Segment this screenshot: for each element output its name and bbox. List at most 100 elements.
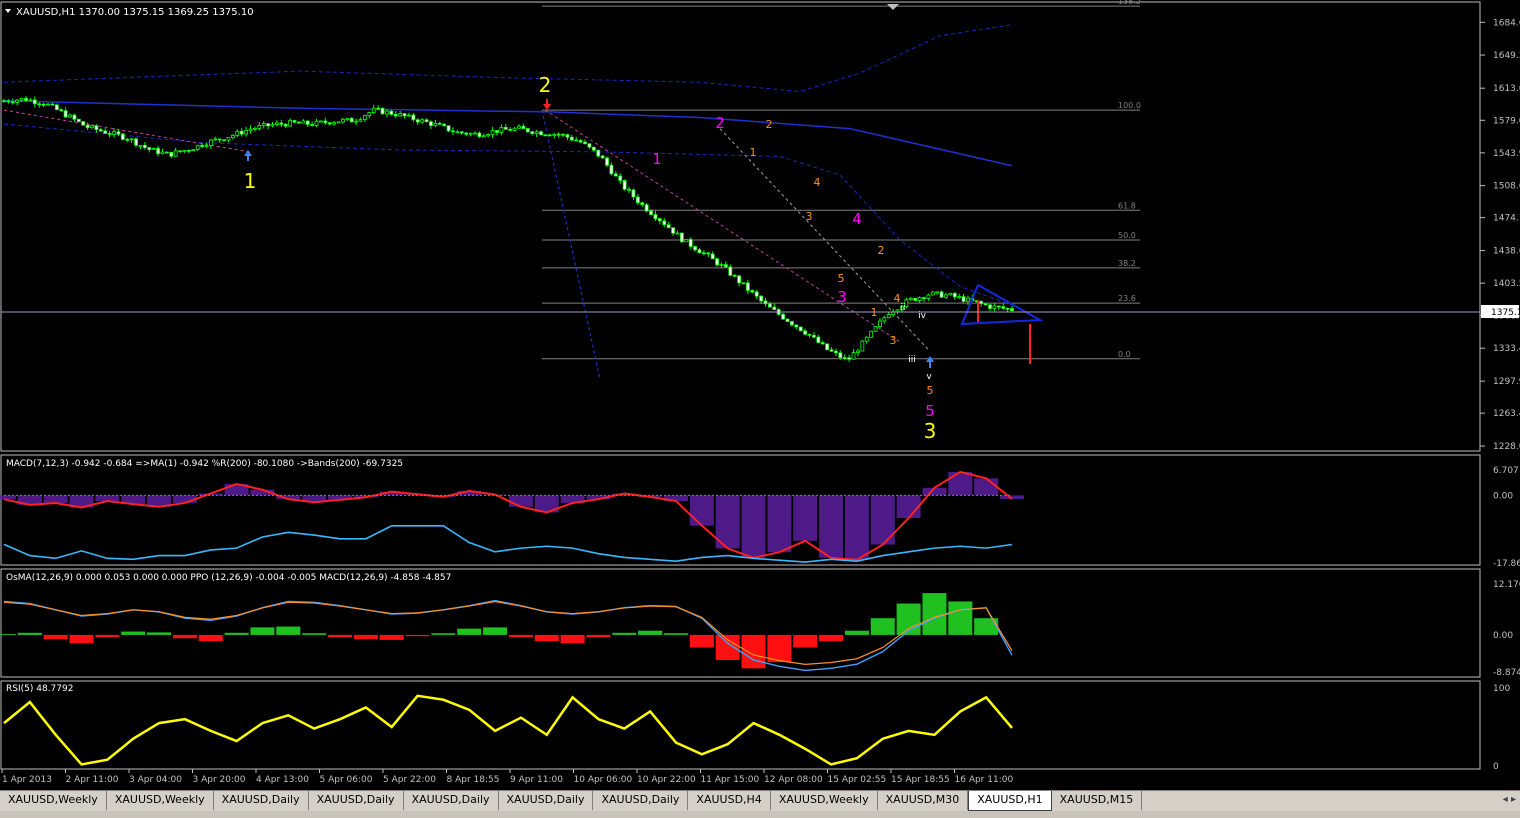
tab-xauusd-daily[interactable]: XAUUSD,Daily: [214, 791, 309, 810]
wave-label: 1: [750, 146, 757, 159]
chart-canvas: 138.2100.061.850.038.223.60.0 1231234512…: [0, 0, 1520, 790]
candle-body: [358, 119, 363, 122]
osma-histogram-bar: [870, 618, 895, 635]
candle-body: [455, 131, 460, 134]
candle-body: [376, 107, 381, 110]
osma-histogram-bar: [638, 630, 663, 635]
price-tick-label: 1263.4: [1493, 409, 1520, 419]
macd-histogram-bar: [793, 495, 818, 541]
candle-body: [235, 130, 240, 136]
time-tick-label: 1 Apr 2013: [2, 775, 52, 785]
candle-body: [85, 124, 90, 129]
tab-list: XAUUSD,Weekly XAUUSD,Weekly XAUUSD,Daily XA…: [0, 791, 1143, 811]
tab-xauusd-m30[interactable]: XAUUSD,M30: [878, 791, 969, 810]
candle-body: [94, 125, 99, 130]
wave-label: iii: [908, 355, 916, 365]
osma-histogram-bar: [457, 628, 482, 635]
osma-header: OsMA(12,26,9) 0.000 0.053 0.000 0.000 PP…: [6, 573, 451, 583]
macd-histogram-bar: [844, 495, 869, 560]
osma-histogram-bar: [69, 634, 94, 644]
candle-body: [666, 224, 671, 229]
tab-xauusd-h4[interactable]: XAUUSD,H4: [688, 791, 771, 810]
candle-body: [618, 175, 623, 181]
candle-body: [173, 150, 178, 157]
time-tick-label: 15 Apr 18:55: [891, 775, 950, 785]
price-tick-label: 1613.6: [1493, 84, 1520, 94]
candle-body: [182, 149, 187, 152]
osma-histogram-bar: [250, 627, 275, 635]
candle-body: [952, 292, 957, 298]
tab-xauusd-weekly[interactable]: XAUUSD,Weekly: [107, 791, 214, 810]
wave-label: 5: [927, 384, 934, 397]
candle-body: [288, 120, 293, 127]
candle-body: [829, 349, 834, 352]
osma-histogram-bar: [198, 634, 223, 642]
candle-body: [728, 266, 733, 276]
tab-xauusd-weekly[interactable]: XAUUSD,Weekly: [0, 791, 107, 810]
candle-body: [583, 141, 587, 145]
tab-xauusd-daily[interactable]: XAUUSD,Daily: [499, 791, 594, 810]
candle-body: [996, 305, 1001, 308]
osma-histogram-bar: [586, 634, 611, 637]
candle-body: [90, 125, 94, 129]
macd-histogram-bar: [741, 495, 766, 558]
candle-body: [895, 309, 900, 313]
candle-body: [120, 133, 125, 140]
osma-histogram-bar: [17, 632, 42, 635]
candle-body: [754, 291, 759, 297]
candle-body: [671, 227, 675, 234]
osma-histogram-bar: [612, 632, 637, 635]
candle-body: [6, 100, 11, 103]
candle-body: [851, 352, 856, 360]
price-tick-label: 1579.0: [1493, 116, 1520, 126]
wave-label: 1: [652, 150, 662, 168]
candle-body: [869, 330, 874, 338]
candle-body: [490, 130, 495, 135]
candle-body: [882, 317, 887, 322]
candle-body: [847, 357, 852, 360]
candle-body: [640, 202, 645, 206]
candle-body: [200, 144, 204, 147]
osma-histogram-bar: [948, 601, 973, 635]
osma-histogram-bar: [483, 627, 508, 635]
candle-body: [41, 103, 46, 106]
tab-xauusd-daily[interactable]: XAUUSD,Daily: [593, 791, 689, 810]
candle-body: [785, 318, 790, 322]
candle-body: [204, 145, 209, 147]
wave-label: 5: [925, 402, 935, 420]
candle-body: [552, 133, 557, 136]
candle-body: [635, 196, 640, 204]
tab-xauusd-daily[interactable]: XAUUSD,Daily: [404, 791, 499, 810]
price-tick-label: 1543.9: [1493, 149, 1520, 159]
candle-body: [816, 336, 821, 343]
candle-body: [605, 157, 609, 166]
wave-label: 1: [244, 169, 257, 193]
candle-body: [591, 146, 596, 151]
fib-level-label: 50.0: [1118, 231, 1136, 240]
candle-body: [341, 119, 345, 123]
price-tick-label: 1403.5: [1493, 279, 1520, 289]
candle-body: [794, 324, 799, 328]
tab-scroll-arrows-icon[interactable]: ◂ ▸: [1503, 794, 1516, 805]
osma-histogram-bar: [302, 633, 327, 635]
candle-body: [248, 128, 253, 131]
candle-body: [596, 149, 601, 157]
fib-level-label: 0.0: [1118, 350, 1131, 359]
candle-body: [310, 123, 315, 126]
candle-body: [675, 232, 680, 235]
tab-xauusd-daily[interactable]: XAUUSD,Daily: [309, 791, 404, 810]
osma-histogram-bar: [664, 633, 688, 635]
candle-body: [301, 120, 306, 124]
candle-body: [495, 130, 499, 133]
osma-histogram-bar: [405, 634, 430, 637]
candle-body: [860, 340, 865, 352]
tab-xauusd-h1[interactable]: XAUUSD,H1: [968, 791, 1052, 811]
tab-xauusd-m15[interactable]: XAUUSD,M15: [1052, 791, 1143, 810]
candle-body: [257, 125, 262, 129]
candle-body: [856, 350, 860, 353]
candle-body: [627, 188, 631, 191]
candle-body: [842, 357, 847, 359]
candle-body: [156, 147, 160, 155]
candle-body: [389, 110, 394, 115]
tab-xauusd-weekly[interactable]: XAUUSD,Weekly: [771, 791, 878, 810]
